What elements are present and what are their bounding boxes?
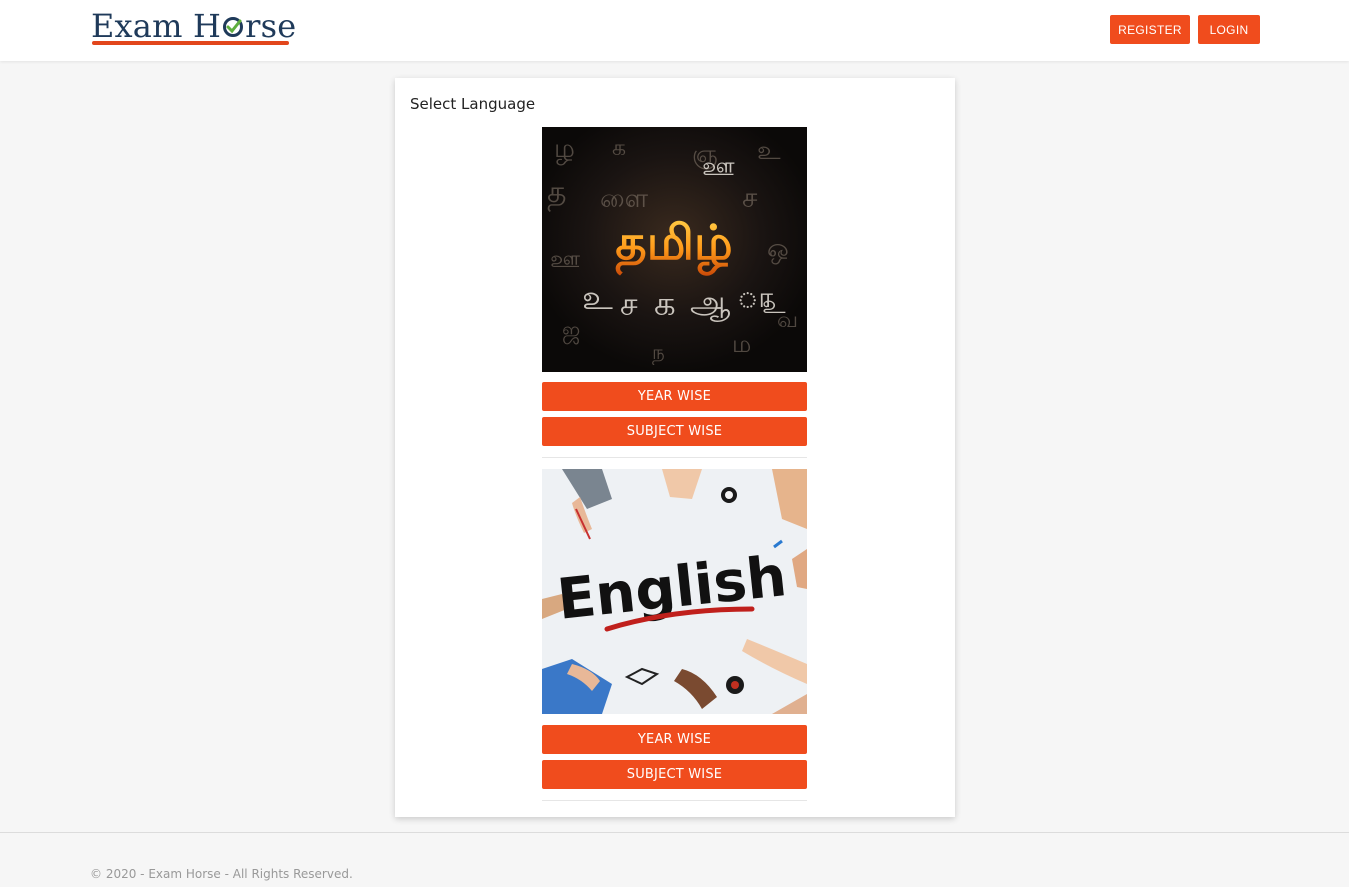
svg-text:உ: உ xyxy=(762,290,786,320)
register-button[interactable]: REGISTER xyxy=(1110,15,1190,44)
svg-text:க: க xyxy=(612,136,626,161)
tamil-year-wise-button[interactable]: YEAR WISE xyxy=(542,382,807,411)
svg-text:ஒ: ஒ xyxy=(767,234,789,265)
tamil-subject-wise-button[interactable]: SUBJECT WISE xyxy=(542,417,807,446)
svg-text:ஆ: ஆ xyxy=(690,283,730,322)
logo-underline xyxy=(92,41,289,45)
logo-check-o-icon xyxy=(222,7,244,37)
english-language-image[interactable]: English xyxy=(542,469,807,714)
svg-text:ஊ: ஊ xyxy=(550,245,580,273)
svg-text:ச: ச xyxy=(620,285,638,323)
svg-text:த: த xyxy=(547,175,567,212)
svg-text:ச: ச xyxy=(742,181,758,214)
english-year-wise-button[interactable]: YEAR WISE xyxy=(542,725,807,754)
svg-text:ளை: ளை xyxy=(600,184,649,214)
english-divider xyxy=(542,800,807,801)
svg-text:உ: உ xyxy=(757,136,781,166)
svg-text:ஜ: ஜ xyxy=(562,318,580,344)
exam-horse-logo[interactable]: Exam H rse xyxy=(91,7,296,48)
tamil-divider xyxy=(542,457,807,458)
card-title: Select Language xyxy=(410,95,536,113)
english-subject-wise-button[interactable]: SUBJECT WISE xyxy=(542,760,807,789)
footer-divider xyxy=(0,832,1349,833)
svg-text:உ: உ xyxy=(582,278,613,318)
tamil-image-caption: தமிழ் xyxy=(615,215,732,276)
login-button[interactable]: LOGIN xyxy=(1198,15,1260,44)
svg-text:க: க xyxy=(654,284,676,324)
footer-copyright: © 2020 - Exam Horse - All Rights Reserve… xyxy=(90,867,353,881)
select-language-card: Select Language ழ க ஞ உ த ளை ச ஒ ஊ ஜ ம ந… xyxy=(395,78,955,817)
svg-text:ழ: ழ xyxy=(554,134,575,165)
svg-text:ஊ: ஊ xyxy=(702,152,735,182)
site-header: Exam H rse REGISTER LOGIN xyxy=(0,0,1349,61)
tamil-language-image[interactable]: ழ க ஞ உ த ளை ச ஒ ஊ ஜ ம ந வ ஊ உ ச க ஆ ா உ… xyxy=(542,127,807,372)
logo-wordmark: Exam H rse xyxy=(91,7,297,45)
svg-text:ந: ந xyxy=(652,340,665,365)
svg-text:ம: ம xyxy=(732,330,751,358)
